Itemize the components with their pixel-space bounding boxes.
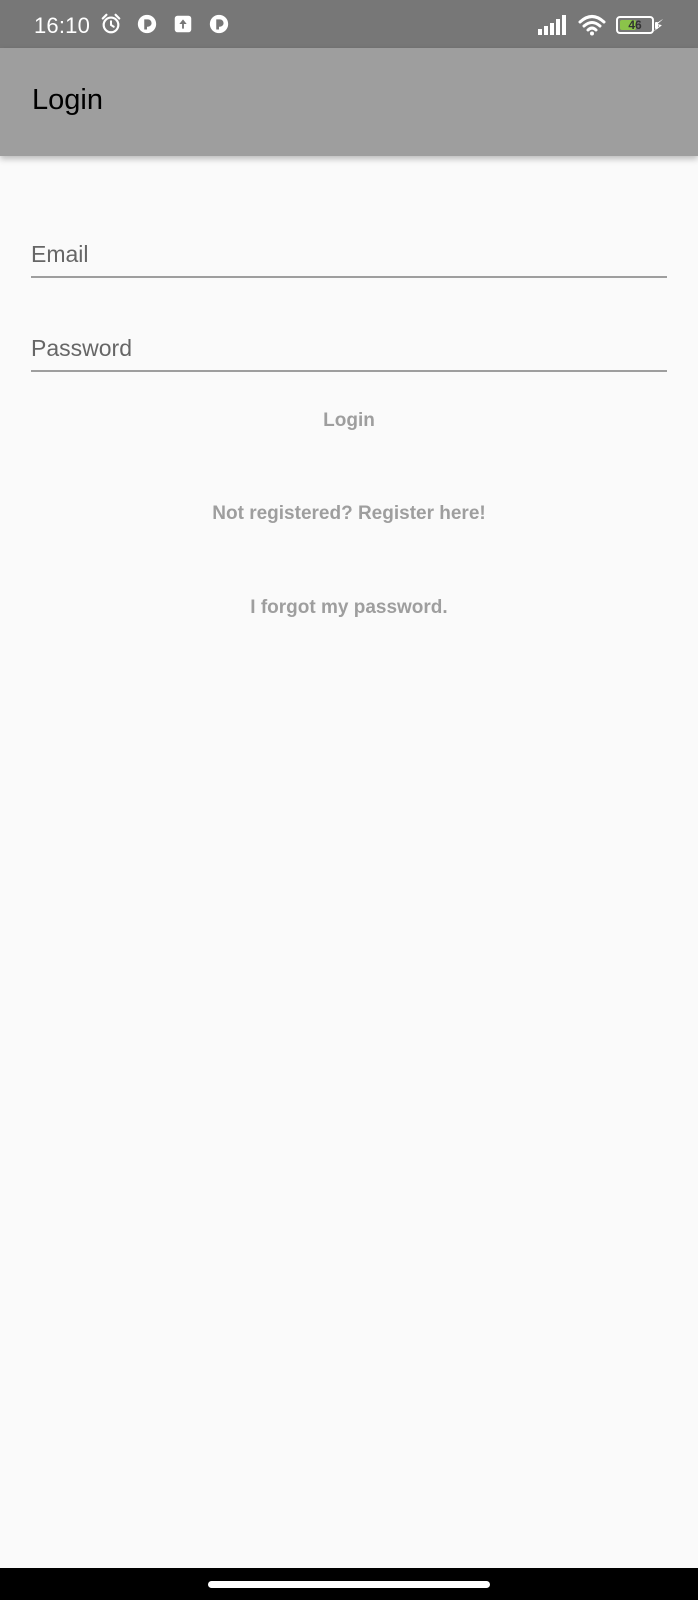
app-notification-icon (137, 14, 157, 34)
signal-icon (538, 15, 566, 35)
charging-icon: ⚡ (652, 18, 664, 35)
login-button[interactable]: Login (0, 410, 698, 432)
upload-icon (174, 15, 192, 33)
home-indicator[interactable] (208, 1581, 490, 1588)
status-right-icons: 46 (538, 14, 658, 36)
forgot-password-link[interactable]: I forgot my password. (0, 597, 698, 619)
app-bar: Login (0, 48, 698, 156)
wifi-icon (578, 15, 606, 36)
app-notification-icon (209, 14, 229, 34)
password-input[interactable] (31, 312, 667, 370)
status-left-icons (100, 13, 230, 35)
email-input[interactable] (31, 218, 667, 276)
status-time: 16:10 (34, 13, 91, 38)
page-title: Login (32, 84, 103, 116)
email-field[interactable] (31, 218, 667, 278)
alarm-icon (101, 13, 121, 34)
status-bar: 16:10 46 ⚡ (0, 0, 698, 48)
password-field[interactable] (31, 312, 667, 372)
battery-level: 46 (628, 18, 642, 32)
battery-icon: 46 (616, 16, 658, 34)
navigation-bar (0, 1568, 698, 1600)
register-link[interactable]: Not registered? Register here! (0, 503, 698, 525)
